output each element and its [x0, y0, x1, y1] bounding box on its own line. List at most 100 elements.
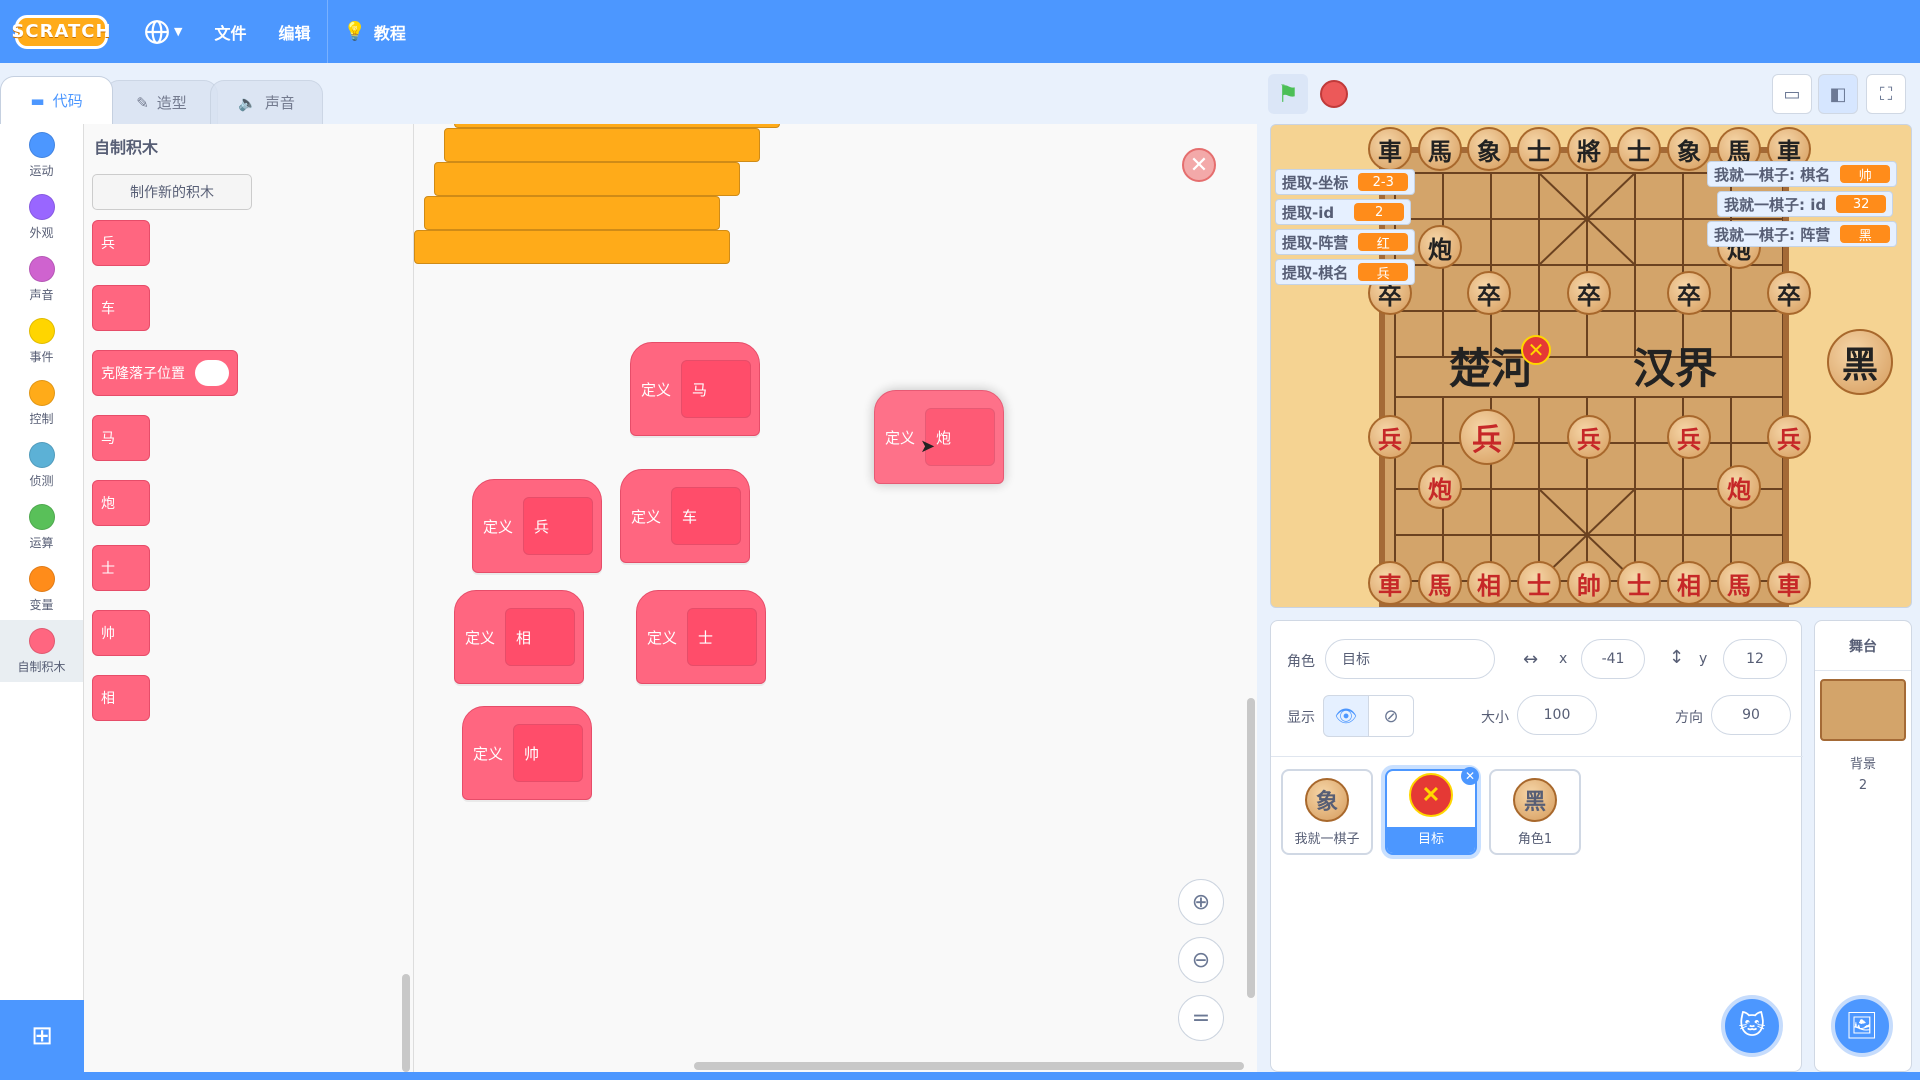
category-operators[interactable]: 运算 [0, 496, 83, 558]
sprite-thumbnail[interactable]: 黑 角色1 [1489, 769, 1581, 855]
size-input[interactable]: 100 [1517, 695, 1597, 735]
monitor-label: 提取-棋名 [1282, 263, 1349, 282]
black-side-button[interactable]: 黑 [1827, 329, 1893, 395]
palette-block[interactable]: 车 [92, 285, 150, 331]
stage-thumbnail[interactable] [1820, 679, 1906, 741]
large-stage-button[interactable]: ◧ [1818, 74, 1858, 114]
equals-icon: = [1191, 1005, 1211, 1031]
chess-piece: 車 [1368, 127, 1412, 171]
define-block[interactable]: 定义士 [636, 590, 766, 684]
palette-block[interactable]: 炮 [92, 480, 150, 526]
zoom-out-button[interactable]: ⊖ [1178, 937, 1224, 983]
category-sound[interactable]: 声音 [0, 248, 83, 310]
x-input[interactable]: -41 [1581, 639, 1645, 679]
palette-block[interactable]: 相 [92, 675, 150, 721]
show-button[interactable]: 👁 [1323, 695, 1369, 737]
my-blocks-dot-icon [28, 627, 55, 654]
variable-monitor[interactable]: 我就一棋子: 棋名帅 [1707, 161, 1898, 187]
sprite-thumbnail-name: 目标 [1387, 827, 1475, 853]
palette-block[interactable]: 帅 [92, 610, 150, 656]
sprite-thumbnail[interactable]: 象 我就一棋子 [1281, 769, 1373, 855]
workspace-horizontal-scrollbar[interactable] [694, 1062, 1244, 1070]
define-block[interactable]: 定义兵 [472, 479, 602, 573]
variable-monitor[interactable]: 提取-棋名兵 [1275, 259, 1416, 285]
define-block-dragging[interactable]: 定义炮 [874, 390, 1004, 484]
monitor-label: 提取-阵营 [1282, 233, 1349, 252]
category-sensing[interactable]: 侦测 [0, 434, 83, 496]
tab-code[interactable]: ▬ 代码 [0, 76, 113, 124]
add-extension-button[interactable]: ⊞ [0, 1000, 84, 1072]
palette-block[interactable]: 马 [92, 415, 150, 461]
tab-costumes[interactable]: ✎ 造型 [105, 80, 218, 124]
monitor-label: 我就一棋子: 棋名 [1714, 165, 1831, 184]
horizontal-arrows-icon: ↔ [1523, 649, 1539, 670]
sprite-name-input[interactable]: 目标 [1325, 639, 1495, 679]
variable-monitor[interactable]: 提取-阵营红 [1275, 229, 1416, 255]
delete-sprite-icon[interactable]: ✕ [1461, 767, 1479, 785]
category-menu: 运动 外观 声音 事件 控制 侦测 运算 变量 自制积木 [0, 124, 84, 1000]
variable-monitor[interactable]: 我就一棋子: id 32 [1717, 191, 1894, 217]
define-name: 兵 [523, 497, 594, 555]
stage-selector[interactable]: 舞台 背景 2 🖼 [1814, 620, 1912, 1072]
chess-piece: 象 [1667, 127, 1711, 171]
category-events[interactable]: 事件 [0, 310, 83, 372]
direction-input[interactable]: 90 [1711, 695, 1791, 735]
fullscreen-button[interactable]: ⛶ [1866, 74, 1906, 114]
tutorials-menu[interactable]: 💡 教程 [328, 0, 422, 63]
control-block-stack[interactable] [414, 124, 814, 264]
define-label: 定义 [473, 744, 504, 763]
palette-title: 自制积木 [94, 138, 159, 157]
hide-button[interactable]: ⊘ [1368, 695, 1414, 737]
category-control[interactable]: 控制 [0, 372, 83, 434]
category-my-blocks[interactable]: 自制积木 [0, 620, 83, 682]
zoom-reset-button[interactable]: = [1178, 995, 1224, 1041]
tab-code-label: 代码 [52, 92, 83, 110]
variable-monitor[interactable]: 我就一棋子: 阵营黑 [1707, 221, 1898, 247]
category-looks[interactable]: 外观 [0, 186, 83, 248]
close-icon[interactable]: ✕ [1182, 148, 1216, 182]
edit-menu[interactable]: 编辑 [262, 0, 326, 63]
green-flag-button[interactable]: ⚑ [1268, 74, 1308, 114]
lightbulb-icon: 💡 [343, 21, 366, 42]
zoom-in-icon: ⊕ [1191, 889, 1211, 915]
y-input[interactable]: 12 [1723, 639, 1787, 679]
category-motion[interactable]: 运动 [0, 124, 83, 186]
file-menu[interactable]: 文件 [198, 0, 262, 63]
zoom-in-button[interactable]: ⊕ [1178, 879, 1224, 925]
define-block[interactable]: 定义帅 [462, 706, 592, 800]
block-palette: 自制积木 制作新的积木 兵 车 克隆落子位置 马 炮 士 帅 相 [84, 124, 414, 1072]
small-stage-button[interactable]: ▭ [1772, 74, 1812, 114]
script-workspace[interactable]: 定义马 定义兵 定义车 定义相 定义士 定义帅 定义炮 ➤ ✕ ⊕ ⊖ = [414, 124, 1257, 1072]
add-backdrop-button[interactable]: 🖼 [1831, 995, 1893, 1057]
tab-costumes-label: 造型 [156, 94, 187, 112]
palette-block[interactable]: 克隆落子位置 [92, 350, 238, 396]
workspace-vertical-scrollbar[interactable] [1247, 698, 1255, 998]
category-label: 侦测 [29, 473, 54, 488]
scratch-logo[interactable]: SCRATCH [11, 14, 111, 49]
palette-block[interactable]: 士 [92, 545, 150, 591]
add-sprite-button[interactable]: 🐱 [1721, 995, 1783, 1057]
chess-piece: 馬 [1418, 561, 1462, 605]
palette-block[interactable]: 兵 [92, 220, 150, 266]
cat-plus-icon: 🐱 [1738, 1011, 1766, 1041]
block-input[interactable] [195, 360, 229, 386]
small-stage-icon: ▭ [1783, 83, 1801, 105]
category-variables[interactable]: 变量 [0, 558, 83, 620]
palette-scrollbar[interactable] [402, 974, 410, 1072]
stop-button[interactable] [1320, 80, 1348, 108]
define-block[interactable]: 定义相 [454, 590, 584, 684]
variable-monitor[interactable]: 提取-坐标 2-3 [1275, 169, 1416, 195]
language-menu[interactable]: ▼ [128, 0, 198, 63]
large-stage-icon: ◧ [1829, 83, 1847, 105]
variable-monitor[interactable]: 提取-id 2 [1275, 199, 1412, 225]
brush-icon: ✎ [136, 93, 149, 112]
tab-sounds[interactable]: 🔈 声音 [210, 80, 323, 124]
stage-canvas[interactable]: 車 馬 象 士 將 士 象 馬 車 炮 炮 卒 卒 卒 卒 卒 楚河 汉界 ✕ … [1270, 124, 1912, 608]
make-block-button[interactable]: 制作新的积木 [92, 174, 252, 210]
define-block[interactable]: 定义马 [630, 342, 760, 436]
globe-icon [145, 19, 169, 44]
chess-piece: 相 [1667, 561, 1711, 605]
sprite-thumbnail-selected[interactable]: ✕ 目标 ✕ [1385, 767, 1479, 855]
define-name: 帅 [513, 724, 584, 782]
define-block[interactable]: 定义车 [620, 469, 750, 563]
